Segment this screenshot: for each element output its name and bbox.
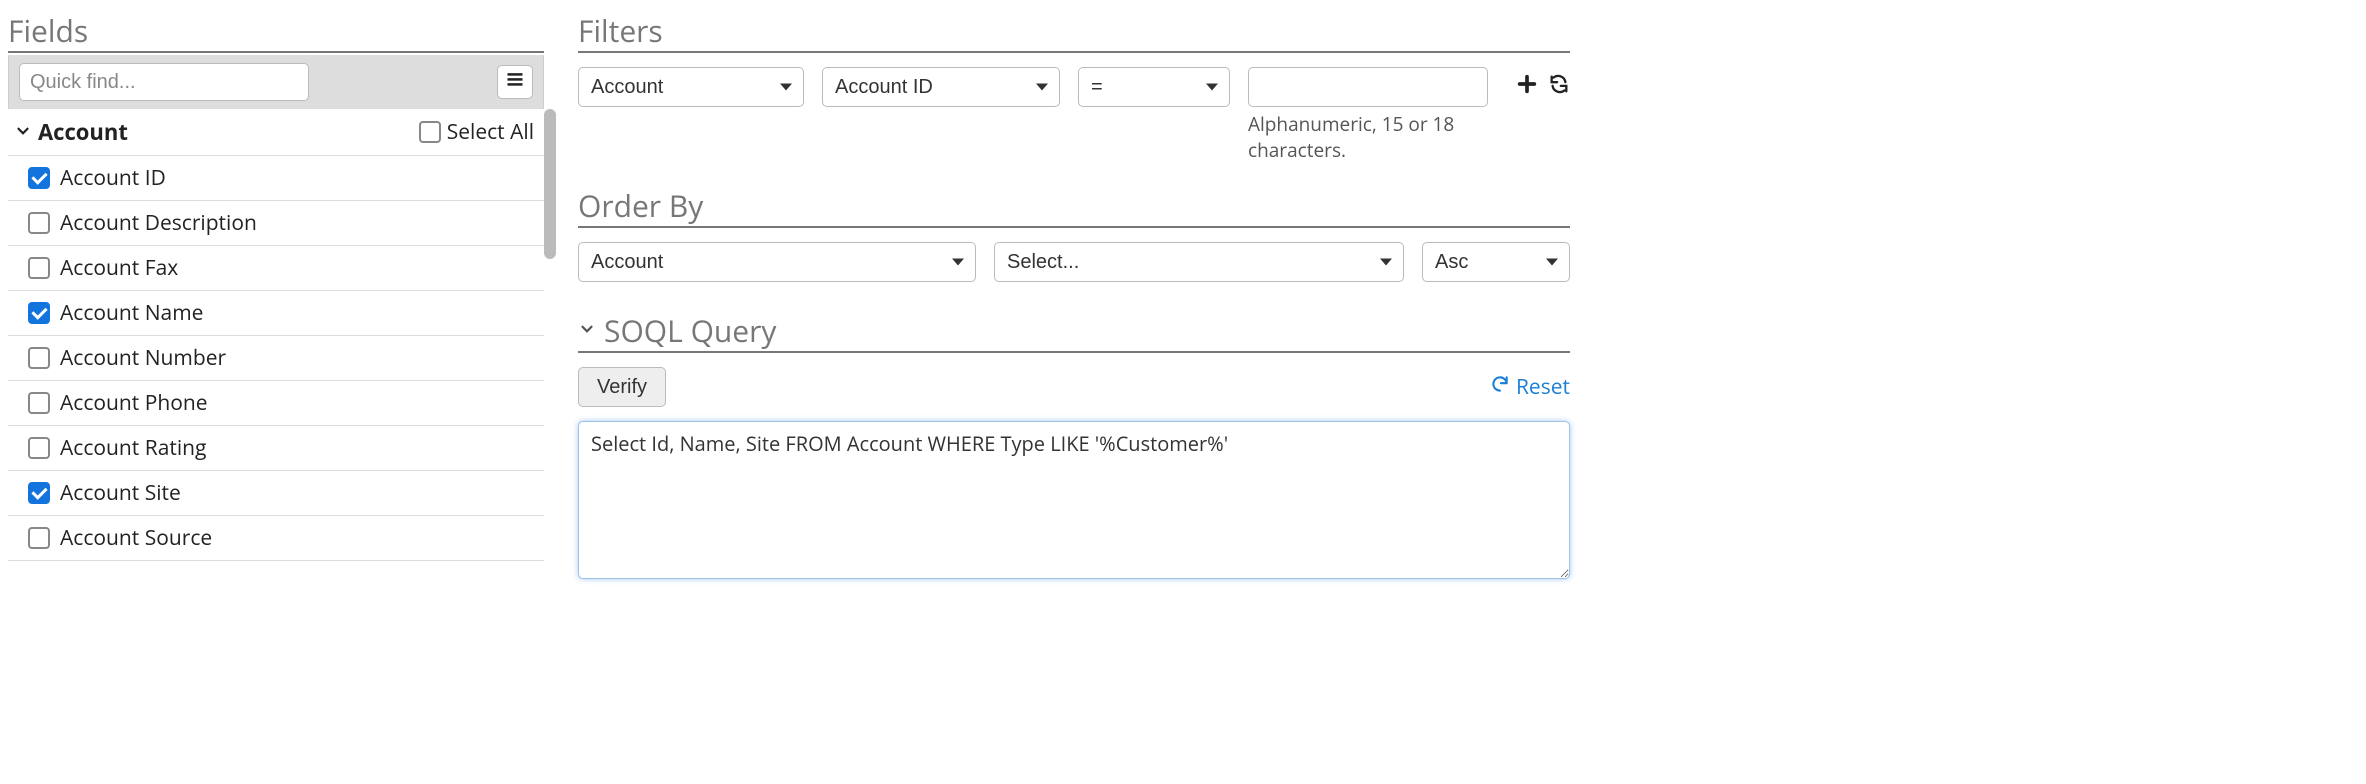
field-label: Account Name (60, 299, 203, 327)
filter-value-hint: Alphanumeric, 15 or 18 characters. (1248, 111, 1498, 163)
verify-button[interactable]: Verify (578, 367, 666, 407)
fields-group-name: Account (38, 117, 128, 147)
fields-scrollbar[interactable] (544, 109, 556, 259)
field-label: Account Site (60, 479, 181, 507)
checkbox-icon[interactable] (28, 482, 50, 504)
checkbox-icon[interactable] (28, 392, 50, 414)
field-label: Account Source (60, 524, 212, 552)
field-label: Account Number (60, 344, 226, 372)
refresh-icon[interactable] (1548, 73, 1570, 102)
chevron-down-icon (14, 117, 38, 147)
filter-operator-select[interactable]: = (1078, 67, 1230, 107)
field-label: Account Phone (60, 389, 208, 417)
field-row[interactable]: Account Source (8, 516, 544, 561)
chevron-down-icon (578, 317, 604, 345)
select-all-label: Select All (447, 118, 534, 146)
checkbox-icon[interactable] (28, 212, 50, 234)
field-row[interactable]: Account ID (8, 156, 544, 201)
filter-value-input[interactable] (1248, 67, 1488, 107)
orderby-direction-select[interactable]: Asc (1422, 242, 1570, 282)
orderby-row: Account Select... Asc (578, 242, 1570, 282)
filter-field-select[interactable]: Account ID (822, 67, 1060, 107)
field-row[interactable]: Account Name (8, 291, 544, 336)
field-row[interactable]: Account Number (8, 336, 544, 381)
query-builder-panel: Filters Account Account ID = Alphanumeri… (544, 10, 1570, 586)
fields-menu-button[interactable] (497, 65, 533, 99)
field-label: Account Rating (60, 434, 206, 462)
soql-heading: SOQL Query (604, 310, 776, 351)
field-row[interactable]: Account Rating (8, 426, 544, 471)
soql-query-textarea[interactable] (578, 421, 1570, 579)
field-label: Account ID (60, 164, 166, 192)
fields-heading: Fields (8, 10, 544, 53)
filters-heading: Filters (578, 10, 1570, 53)
checkbox-icon[interactable] (28, 347, 50, 369)
filter-row: Account Account ID = Alphanumeric, 15 or… (578, 67, 1570, 163)
quickfind-bar (8, 55, 544, 109)
field-row[interactable]: Account Site (8, 471, 544, 516)
checkbox-icon[interactable] (28, 527, 50, 549)
orderby-object-select[interactable]: Account (578, 242, 976, 282)
filter-object-select[interactable]: Account (578, 67, 804, 107)
field-label: Account Fax (60, 254, 178, 282)
reset-link[interactable]: Reset (1490, 373, 1570, 401)
reset-icon (1490, 373, 1510, 401)
fields-panel: Fields Account Select All (8, 10, 544, 586)
orderby-heading: Order By (578, 185, 1570, 228)
select-all-checkbox[interactable]: Select All (419, 118, 534, 146)
fields-list: Account Select All Account ID Account Des… (8, 109, 544, 561)
hamburger-icon (505, 68, 525, 96)
quickfind-input[interactable] (19, 63, 309, 101)
reset-label: Reset (1516, 373, 1570, 401)
field-row[interactable]: Account Fax (8, 246, 544, 291)
field-row[interactable]: Account Phone (8, 381, 544, 426)
checkbox-icon[interactable] (28, 257, 50, 279)
checkbox-icon (419, 121, 441, 143)
orderby-field-select[interactable]: Select... (994, 242, 1404, 282)
soql-section-toggle[interactable]: SOQL Query (578, 310, 1570, 353)
field-row[interactable]: Account Description (8, 201, 544, 246)
plus-icon[interactable] (1516, 73, 1538, 102)
checkbox-icon[interactable] (28, 437, 50, 459)
checkbox-icon[interactable] (28, 302, 50, 324)
fields-group-header[interactable]: Account Select All (8, 109, 544, 156)
field-label: Account Description (60, 209, 257, 237)
checkbox-icon[interactable] (28, 167, 50, 189)
